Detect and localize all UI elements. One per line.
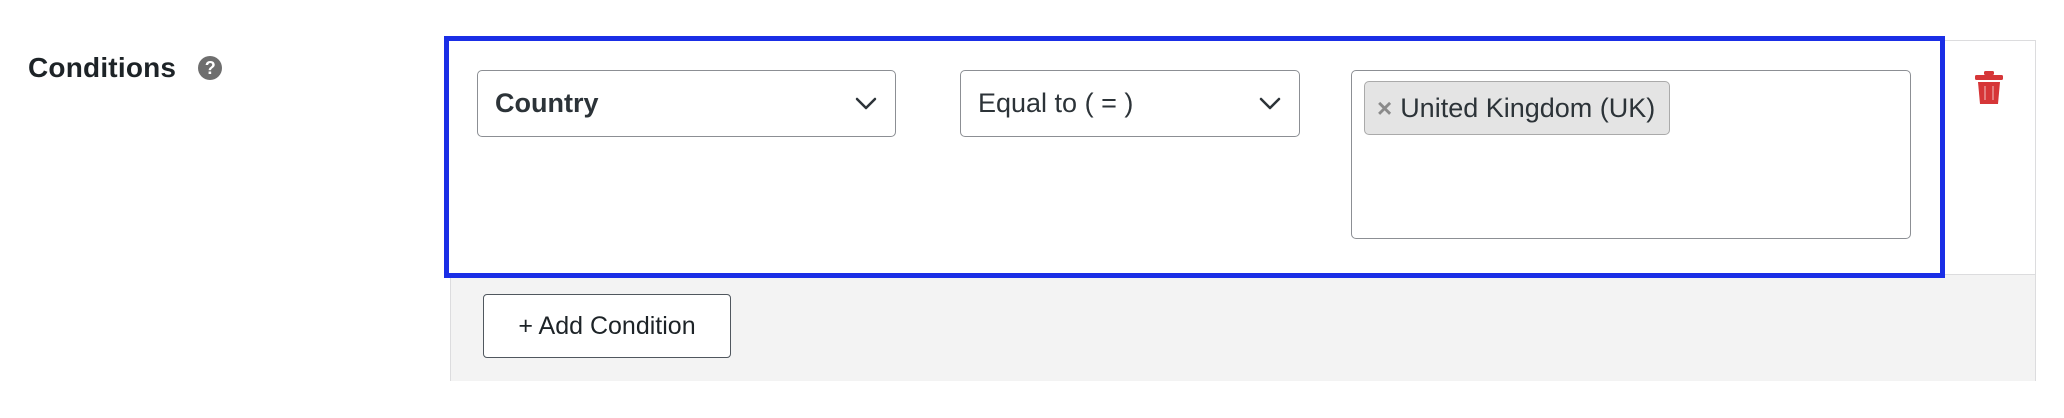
chevron-down-icon xyxy=(1259,97,1281,109)
condition-values-multiselect[interactable]: × United Kingdom (UK) xyxy=(1351,70,1911,239)
condition-field-selected-value: Country xyxy=(495,88,599,118)
value-tag-label: United Kingdom (UK) xyxy=(1400,92,1656,123)
trash-icon[interactable] xyxy=(1975,71,2003,105)
help-icon[interactable]: ? xyxy=(198,56,223,80)
add-condition-button[interactable]: + Add Condition xyxy=(483,294,731,358)
condition-row-highlighted: Country Equal to ( = ) × United Kingdom … xyxy=(444,36,1945,278)
condition-field-select[interactable]: Country xyxy=(477,70,896,137)
delete-column xyxy=(1941,41,2036,274)
remove-tag-icon[interactable]: × xyxy=(1377,95,1392,121)
value-tag: × United Kingdom (UK) xyxy=(1364,81,1671,135)
condition-operator-select[interactable]: Equal to ( = ) xyxy=(960,70,1300,137)
conditions-field-label: Conditions ? xyxy=(28,52,223,84)
conditions-field-screen: Conditions ? Country Equal to ( = ) × Un… xyxy=(0,0,2064,418)
condition-operator-selected-value: Equal to ( = ) xyxy=(978,88,1134,118)
conditions-label: Conditions xyxy=(28,52,177,83)
chevron-down-icon xyxy=(855,97,877,109)
